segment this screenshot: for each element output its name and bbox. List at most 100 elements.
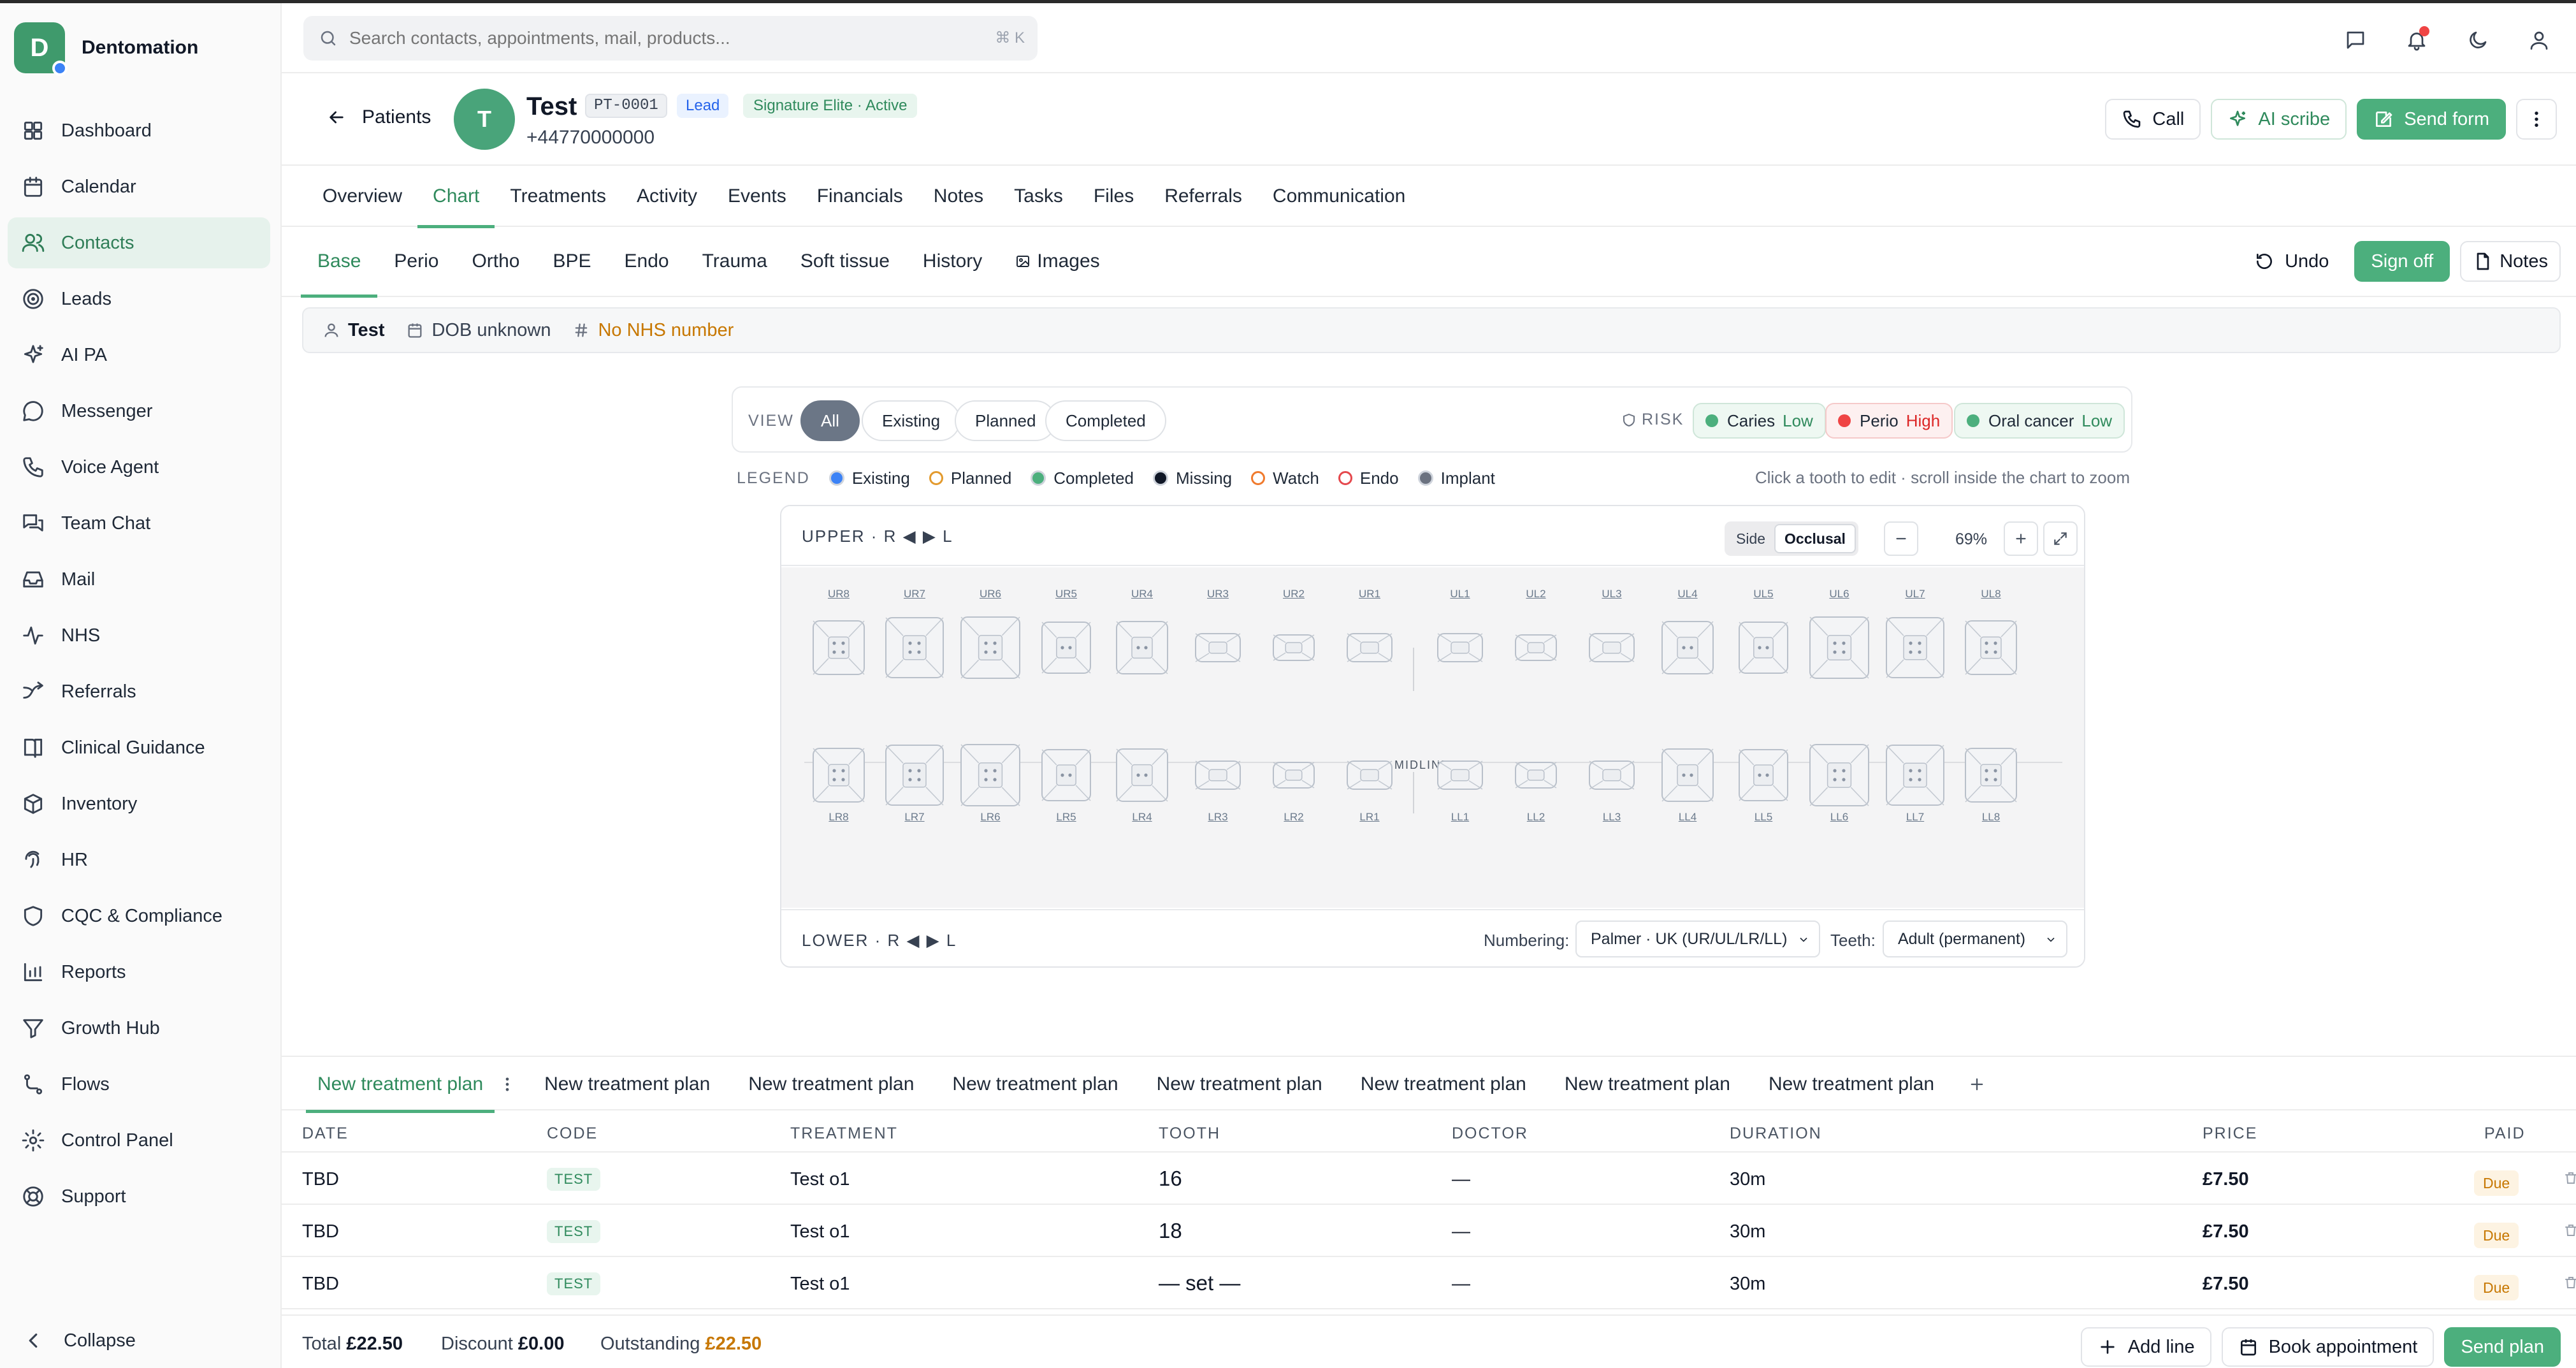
tooth-label[interactable]: UL3 — [1593, 588, 1631, 600]
cell-paid-badge[interactable]: Due — [2474, 1275, 2519, 1300]
sidebar-item-leads[interactable]: Leads — [8, 273, 270, 324]
notifications-bell-icon[interactable] — [2399, 22, 2435, 58]
tooth-label[interactable]: UR6 — [971, 588, 1009, 600]
tooth-lr5[interactable] — [1041, 748, 1092, 802]
plan-tab[interactable]: New treatment plan — [533, 1057, 721, 1112]
risk-chip-perio[interactable]: Perio High — [1825, 403, 1953, 439]
more-actions-button[interactable] — [2516, 99, 2557, 140]
global-search[interactable]: ⌘ K — [303, 16, 1038, 61]
fullscreen-button[interactable] — [2043, 521, 2078, 556]
send-form-button[interactable]: Send form — [2357, 99, 2506, 140]
sidebar-item-team-chat[interactable]: Team Chat — [8, 498, 270, 549]
plan-tab[interactable]: New treatment plan — [1145, 1057, 1334, 1112]
tooth-label[interactable]: UR8 — [820, 588, 858, 600]
cell-doctor[interactable]: — — [1452, 1274, 1470, 1295]
sidebar-item-control-panel[interactable]: Control Panel — [8, 1115, 270, 1166]
tooth-ul7[interactable] — [1885, 616, 1945, 679]
cell-doctor[interactable]: — — [1452, 1169, 1470, 1190]
sidebar-item-growth-hub[interactable]: Growth Hub — [8, 1003, 270, 1054]
tooth-label[interactable]: UL7 — [1896, 588, 1934, 600]
dark-mode-moon-icon[interactable] — [2460, 22, 2496, 58]
tooth-ll1[interactable] — [1436, 760, 1484, 790]
add-line-button[interactable]: Add line — [2080, 1327, 2211, 1367]
subtab-soft-tissue[interactable]: Soft tissue — [784, 226, 906, 296]
tooth-label[interactable]: LR2 — [1275, 811, 1313, 824]
subtab-history[interactable]: History — [906, 226, 999, 296]
tab-financials[interactable]: Financials — [802, 166, 918, 227]
tooth-label[interactable]: LL6 — [1820, 811, 1858, 824]
subtab-bpe[interactable]: BPE — [536, 226, 607, 296]
subtab-perio[interactable]: Perio — [377, 226, 455, 296]
delete-row-icon[interactable] — [2563, 1170, 2576, 1188]
tooth-label[interactable]: UR4 — [1123, 588, 1161, 600]
tooth-label[interactable]: LR6 — [971, 811, 1009, 824]
sidebar-item-voice-agent[interactable]: Voice Agent — [8, 442, 270, 493]
cell-tooth[interactable]: 18 — [1159, 1219, 1182, 1243]
call-button[interactable]: Call — [2105, 99, 2201, 140]
tooth-ur6[interactable] — [960, 616, 1021, 680]
tooth-ur2[interactable] — [1272, 634, 1315, 662]
tooth-label[interactable]: LL1 — [1441, 811, 1479, 824]
sidebar-item-hr[interactable]: HR — [8, 834, 270, 885]
book-appointment-button[interactable]: Book appointment — [2221, 1327, 2435, 1367]
tooth-label[interactable]: UR7 — [895, 588, 934, 600]
subtab-endo[interactable]: Endo — [608, 226, 686, 296]
plan-menu-button[interactable] — [495, 1057, 520, 1112]
plan-tab[interactable]: New treatment plan — [941, 1057, 1129, 1112]
tooth-lr4[interactable] — [1115, 748, 1169, 803]
tooth-lr1[interactable] — [1346, 760, 1393, 790]
sidebar-item-cqc-compliance[interactable]: CQC & Compliance — [8, 891, 270, 942]
undo-button[interactable]: Undo — [2239, 241, 2345, 282]
sign-off-button[interactable]: Sign off — [2354, 241, 2450, 282]
table-row[interactable]: TBD TEST Test o1 16 — 30m £7.50 Due — [282, 1153, 2576, 1205]
sidebar-item-mail[interactable]: Mail — [8, 554, 270, 605]
plan-tab[interactable]: New treatment plan — [1553, 1057, 1742, 1112]
tooth-ll3[interactable] — [1588, 760, 1635, 790]
tooth-label[interactable]: UR5 — [1047, 588, 1085, 600]
sidebar-item-support[interactable]: Support — [8, 1171, 270, 1222]
tooth-lr2[interactable] — [1272, 761, 1315, 789]
plan-tab[interactable]: New treatment plan — [1757, 1057, 1946, 1112]
tooth-ll7[interactable] — [1885, 744, 1945, 806]
tooth-ul1[interactable] — [1436, 632, 1484, 663]
tooth-ul4[interactable] — [1661, 620, 1714, 675]
tab-communication[interactable]: Communication — [1257, 166, 1421, 227]
tooth-label[interactable]: LR3 — [1199, 811, 1237, 824]
tooth-label[interactable]: LL4 — [1668, 811, 1707, 824]
tooth-label[interactable]: UL5 — [1744, 588, 1783, 600]
tooth-ll5[interactable] — [1738, 748, 1789, 802]
tooth-ur5[interactable] — [1041, 621, 1092, 674]
ai-scribe-button[interactable]: AI scribe — [2211, 99, 2347, 140]
subtab-images[interactable]: Images — [999, 226, 1116, 296]
tab-overview[interactable]: Overview — [307, 166, 417, 227]
tooth-lr3[interactable] — [1194, 760, 1241, 790]
send-plan-button[interactable]: Send plan — [2444, 1327, 2561, 1367]
delete-row-icon[interactable] — [2563, 1223, 2576, 1241]
tooth-label[interactable]: LR8 — [820, 811, 858, 824]
add-plan-button[interactable] — [1961, 1057, 1993, 1112]
back-to-patients-link[interactable]: Patients — [326, 106, 431, 128]
notes-button[interactable]: Notes — [2460, 241, 2561, 282]
collapse-button[interactable]: Collapse — [20, 1328, 136, 1353]
odontogram[interactable]: UPPER · R ◀ ▶ L Side Occlusal 69% MIDLIN… — [780, 505, 2085, 968]
brand[interactable]: D Dentomation — [14, 22, 198, 76]
subtab-ortho[interactable]: Ortho — [455, 226, 536, 296]
cell-paid-badge[interactable]: Due — [2474, 1223, 2519, 1248]
odontogram-canvas[interactable]: MIDLINE UR8 UR7 UR6 UR5 UR4 UR3 UR2 UR1 UL1 UL2 UL… — [781, 567, 2084, 908]
tooth-ll2[interactable] — [1514, 761, 1558, 789]
view-filter-planned[interactable]: Planned — [955, 400, 1057, 441]
tooth-ul6[interactable] — [1809, 616, 1870, 680]
tooth-label[interactable]: LR4 — [1123, 811, 1161, 824]
teeth-select[interactable]: Adult (permanent) — [1883, 920, 2067, 957]
tab-files[interactable]: Files — [1078, 166, 1149, 227]
tab-referrals[interactable]: Referrals — [1149, 166, 1257, 227]
sidebar-item-clinical-guidance[interactable]: Clinical Guidance — [8, 722, 270, 773]
tooth-label[interactable]: UR3 — [1199, 588, 1237, 600]
tooth-label[interactable]: UR1 — [1350, 588, 1389, 600]
view-mode-side[interactable]: Side — [1727, 524, 1774, 553]
tooth-label[interactable]: UL2 — [1517, 588, 1555, 600]
cell-tooth[interactable]: — set — — [1159, 1271, 1240, 1295]
tab-activity[interactable]: Activity — [621, 166, 713, 227]
sidebar-item-ai-pa[interactable]: AI PA — [8, 330, 270, 381]
view-mode-occlusal[interactable]: Occlusal — [1774, 524, 1856, 553]
